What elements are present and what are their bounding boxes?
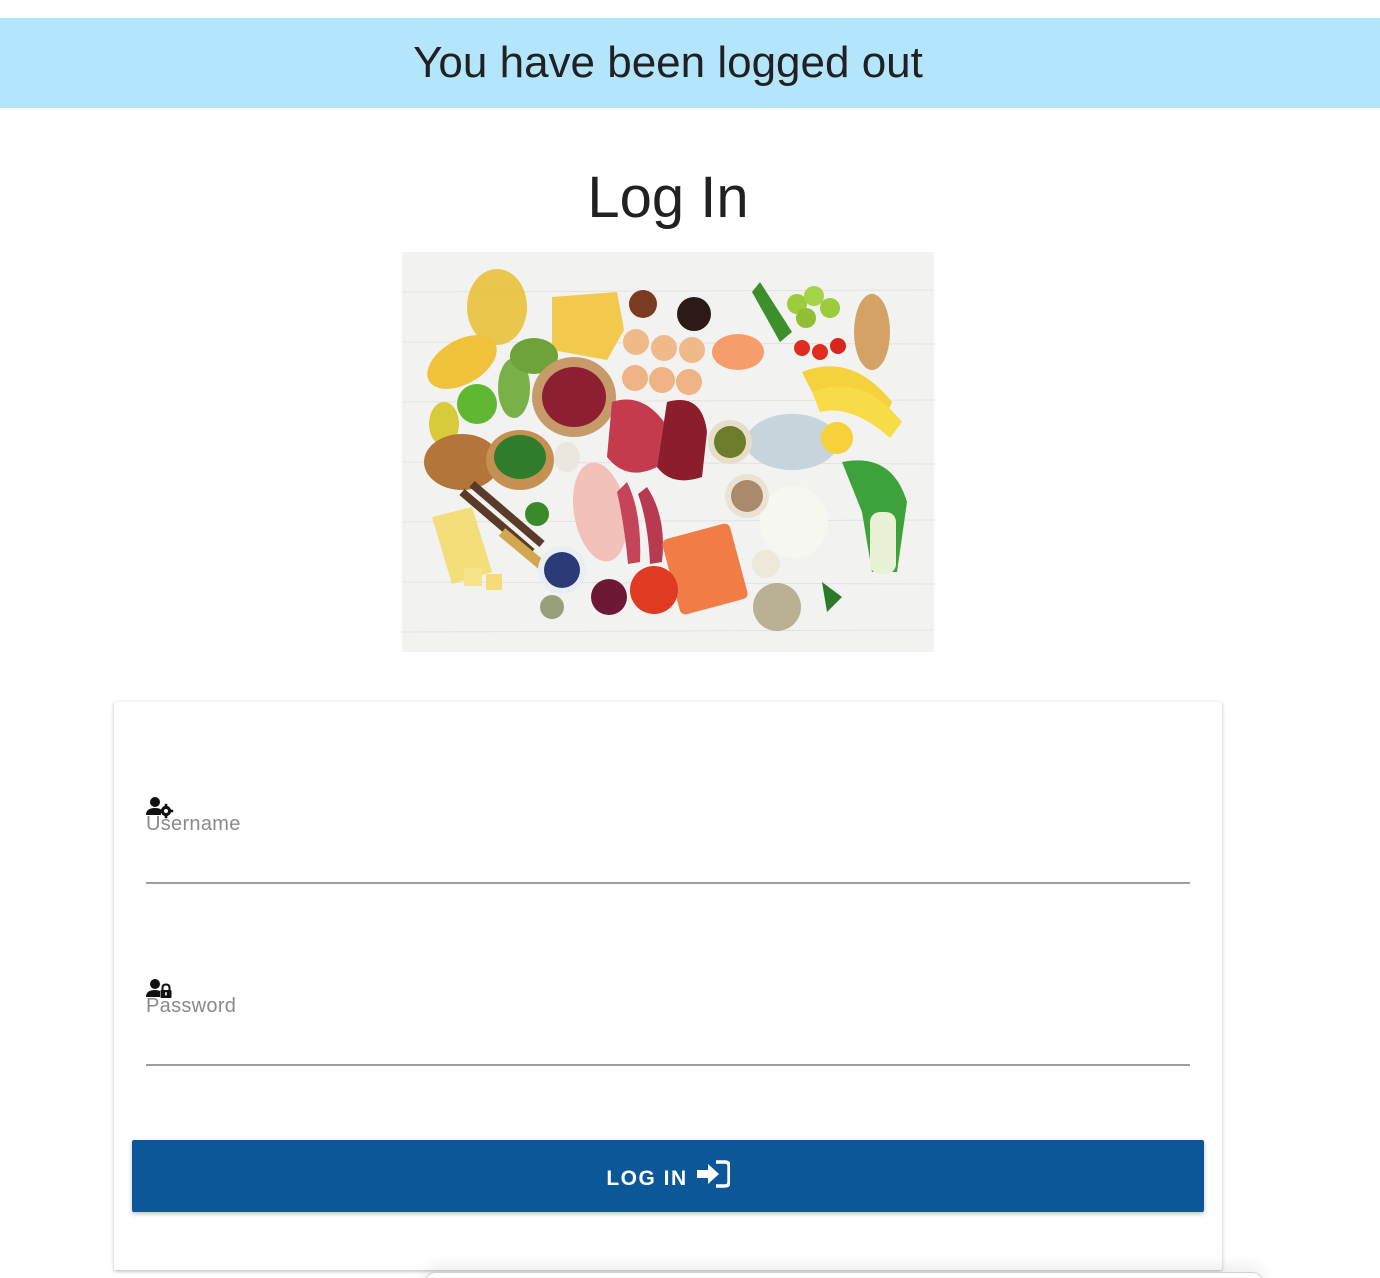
- username-label: Username: [146, 813, 241, 835]
- login-page: You have been logged out Log In Username…: [0, 0, 1380, 1278]
- username-input[interactable]: [146, 840, 1190, 884]
- login-form: Username Password LOG IN: [114, 702, 1222, 1270]
- password-input[interactable]: [146, 1022, 1190, 1066]
- bottom-overlay-panel: [424, 1272, 1264, 1278]
- logout-flash-banner: You have been logged out: [0, 18, 1380, 108]
- login-button-label: LOG IN: [606, 1167, 688, 1190]
- sign-in-icon: [696, 1159, 731, 1191]
- page-title: Log In: [587, 165, 749, 230]
- password-label: Password: [146, 995, 237, 1017]
- login-button[interactable]: LOG IN: [132, 1140, 1204, 1212]
- flash-message: You have been logged out: [413, 38, 923, 87]
- food-assortment-image: [402, 252, 934, 652]
